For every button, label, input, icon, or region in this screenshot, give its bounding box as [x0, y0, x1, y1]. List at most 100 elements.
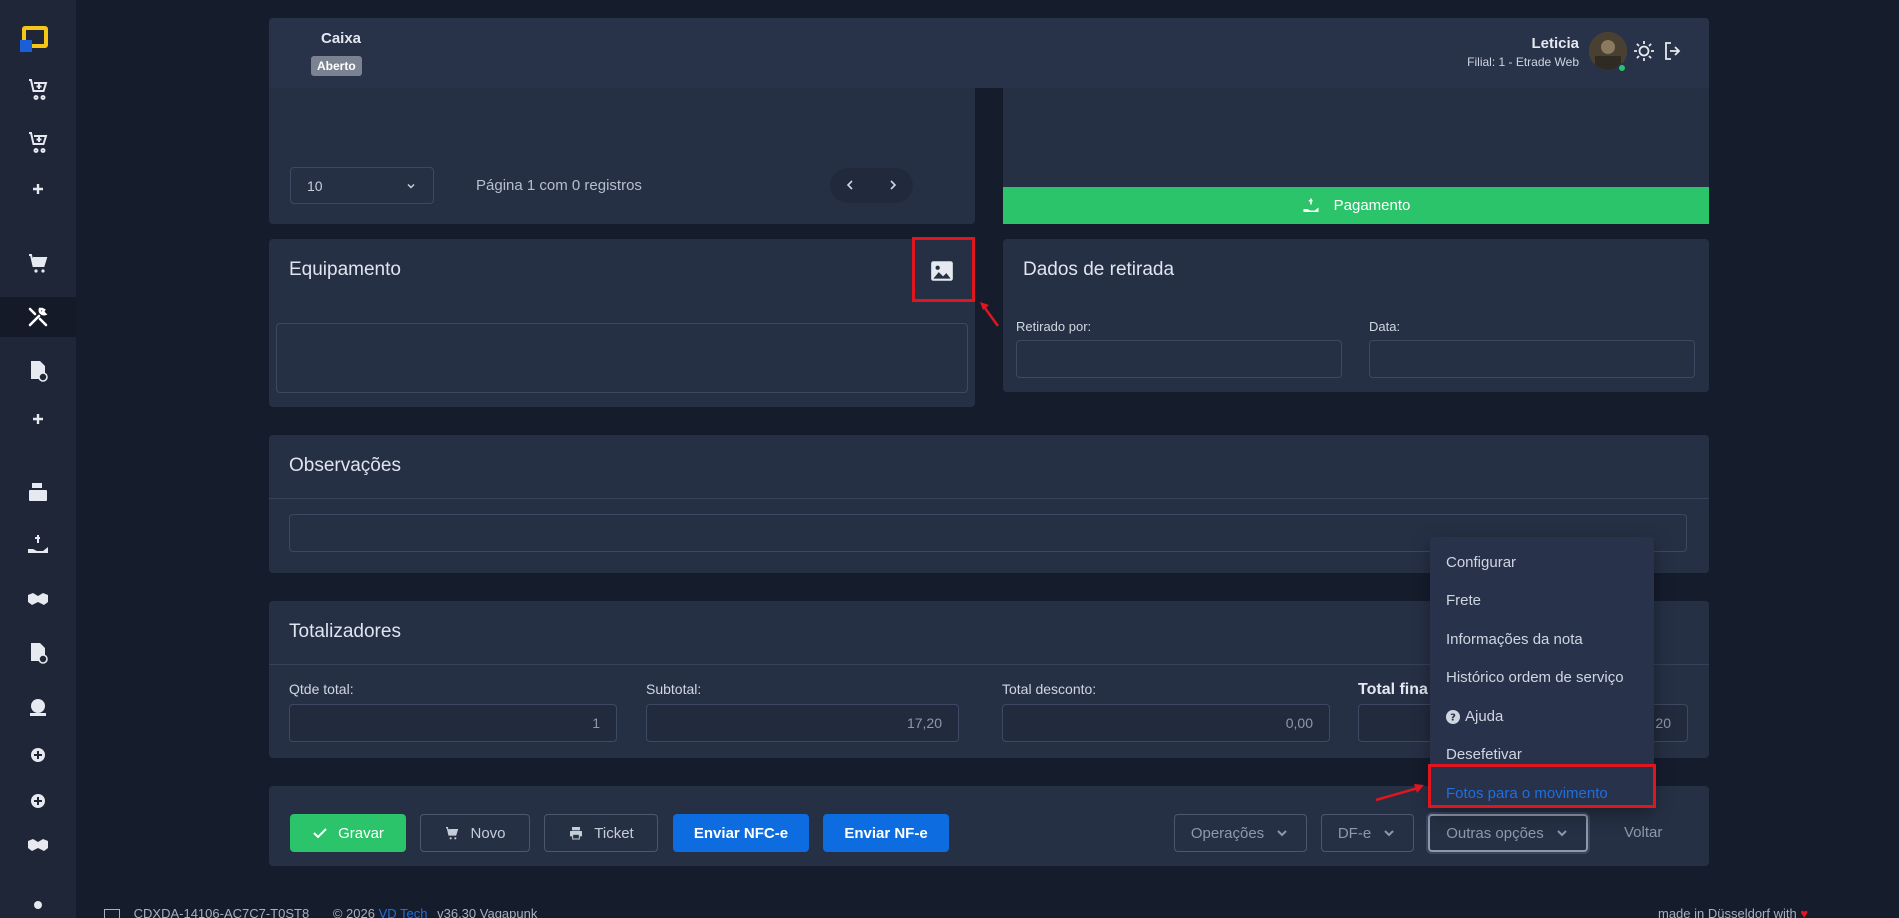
subtotal-value: 17,20	[906, 715, 942, 731]
license-key: CDXDA-14106-AC7C7-T0ST8	[133, 906, 310, 918]
gravar-button[interactable]: Gravar	[290, 814, 406, 852]
highlight-box-image	[912, 237, 975, 302]
hand-money-icon[interactable]	[0, 525, 76, 565]
novo-label: Novo	[470, 824, 506, 842]
operacoes-button[interactable]: Operações	[1174, 814, 1307, 852]
highlight-box-fotos	[1428, 764, 1656, 808]
retirado-input[interactable]	[1016, 340, 1342, 378]
handshake-icon-2[interactable]	[0, 825, 76, 865]
data-label: Data:	[1369, 319, 1401, 334]
pagination-info: Página 1 com 0 registros	[476, 177, 642, 194]
copyright: © 2026	[332, 906, 375, 918]
observacoes-title: Observações	[289, 455, 401, 476]
heart-icon: ♥	[1800, 906, 1809, 918]
equipamento-title: Equipamento	[289, 259, 401, 280]
cart-add-icon	[446, 827, 459, 840]
cart-add-icon-2[interactable]	[0, 121, 76, 161]
cash-register-icon[interactable]	[0, 472, 76, 512]
outras-opcoes-label: Outras opções	[1446, 824, 1544, 842]
subtotal-label: Subtotal:	[646, 681, 702, 697]
menu-item-desefetivar[interactable]: Desefetivar	[1446, 746, 1522, 763]
payment-button[interactable]: Pagamento	[1003, 187, 1709, 224]
handshake-icon[interactable]	[0, 579, 76, 619]
data-input[interactable]	[1369, 340, 1695, 378]
enviar-nfce-button[interactable]: Enviar NFC-e	[673, 814, 809, 852]
chevron-down-icon	[407, 183, 415, 189]
made-in-text: made in Düsseldorf with	[1658, 906, 1797, 918]
chevron-right-icon[interactable]	[885, 177, 901, 193]
retirada-title: Dados de retirada	[1023, 259, 1175, 280]
cart-add-icon[interactable]	[0, 68, 76, 108]
page-footer-left: CDXDA-14106-AC7C7-T0ST8 © 2026 VD Tech v…	[104, 906, 537, 918]
payment-label: Pagamento	[1333, 197, 1411, 214]
desconto-field: 0,00	[1002, 704, 1330, 742]
user-icon[interactable]	[0, 896, 76, 918]
menu-item-ajuda[interactable]: ? Ajuda	[1446, 708, 1503, 725]
menu-item-ajuda-label: Ajuda	[1465, 708, 1504, 725]
qtde-label: Qtde total:	[289, 681, 354, 697]
total-final-label: Total fina	[1358, 681, 1428, 698]
menu-item-configurar[interactable]: Configurar	[1446, 554, 1516, 571]
online-status-dot	[1617, 63, 1627, 73]
menu-item-informacoes-nota[interactable]: Informações da nota	[1446, 631, 1583, 648]
plus-icon-2[interactable]	[0, 399, 76, 439]
filial-info: Filial: 1 - Etrade Web	[1467, 55, 1579, 69]
user-name: Leticia	[1531, 35, 1579, 52]
qtde-field: 1	[289, 704, 617, 742]
check-icon	[313, 828, 327, 839]
caixa-status-badge: Aberto	[311, 56, 362, 76]
red-arrow-icon-2	[1375, 784, 1424, 802]
money-bag-icon[interactable]	[0, 687, 76, 727]
app-logo[interactable]	[20, 24, 52, 54]
version: v36.30 Vagapunk	[437, 906, 538, 918]
qtde-value: 1	[592, 715, 600, 731]
sun-icon[interactable]	[1632, 39, 1656, 63]
plus-icon[interactable]	[0, 169, 76, 209]
tools-icon[interactable]	[0, 297, 76, 337]
document-clock-icon[interactable]	[0, 633, 76, 673]
enviar-nfe-label: Enviar NF-e	[844, 824, 928, 842]
dfe-label: DF-e	[1337, 824, 1372, 842]
chevron-left-icon[interactable]	[842, 177, 858, 193]
caixa-label: Caixa	[321, 30, 362, 47]
retirado-label: Retirado por:	[1016, 319, 1092, 334]
brand-link[interactable]: VD Tech	[379, 906, 428, 918]
question-icon: ?	[1446, 709, 1460, 724]
novo-button[interactable]: Novo	[420, 814, 530, 852]
plus-circle-icon-2[interactable]	[0, 781, 76, 821]
enviar-nfe-button[interactable]: Enviar NF-e	[823, 814, 949, 852]
pager-controls	[830, 168, 913, 203]
totalizadores-title: Totalizadores	[289, 621, 401, 642]
svg-text:?: ?	[1450, 712, 1456, 723]
enviar-nfce-label: Enviar NFC-e	[693, 824, 789, 842]
page-footer-right: made in Düsseldorf with ♥	[1658, 906, 1808, 918]
operacoes-label: Operações	[1190, 824, 1265, 842]
observacoes-divider	[269, 498, 1709, 499]
plus-circle-icon[interactable]	[0, 735, 76, 775]
red-arrow-icon	[980, 302, 1000, 327]
voltar-link[interactable]: Voltar	[1624, 824, 1662, 841]
gravar-label: Gravar	[338, 824, 384, 842]
chevron-down-icon	[1277, 830, 1287, 837]
logout-icon[interactable]	[1661, 39, 1685, 63]
equipamento-textarea[interactable]	[276, 323, 968, 393]
menu-item-historico-os[interactable]: Histórico ordem de serviço	[1446, 669, 1624, 686]
hand-money-icon	[1303, 198, 1319, 212]
dfe-button[interactable]: DF-e	[1321, 814, 1414, 852]
top-header: Caixa Aberto Leticia Filial: 1 - Etrade …	[269, 18, 1709, 88]
keyboard-icon	[104, 908, 120, 918]
page-size-value: 10	[307, 177, 323, 194]
ticket-label: Ticket	[594, 824, 634, 842]
printer-icon	[570, 827, 583, 840]
cart-icon[interactable]	[0, 243, 76, 283]
total-final-value: 20	[1655, 715, 1671, 731]
page-size-select[interactable]: 10	[290, 167, 434, 204]
outras-opcoes-button[interactable]: Outras opções	[1428, 814, 1588, 852]
ticket-button[interactable]: Ticket	[544, 814, 658, 852]
menu-item-frete[interactable]: Frete	[1446, 592, 1481, 609]
document-check-icon[interactable]	[0, 351, 76, 391]
chevron-down-icon	[1557, 830, 1567, 837]
chevron-down-icon	[1384, 830, 1394, 837]
sidebar	[0, 0, 76, 918]
desconto-value: 0,00	[1285, 715, 1313, 731]
